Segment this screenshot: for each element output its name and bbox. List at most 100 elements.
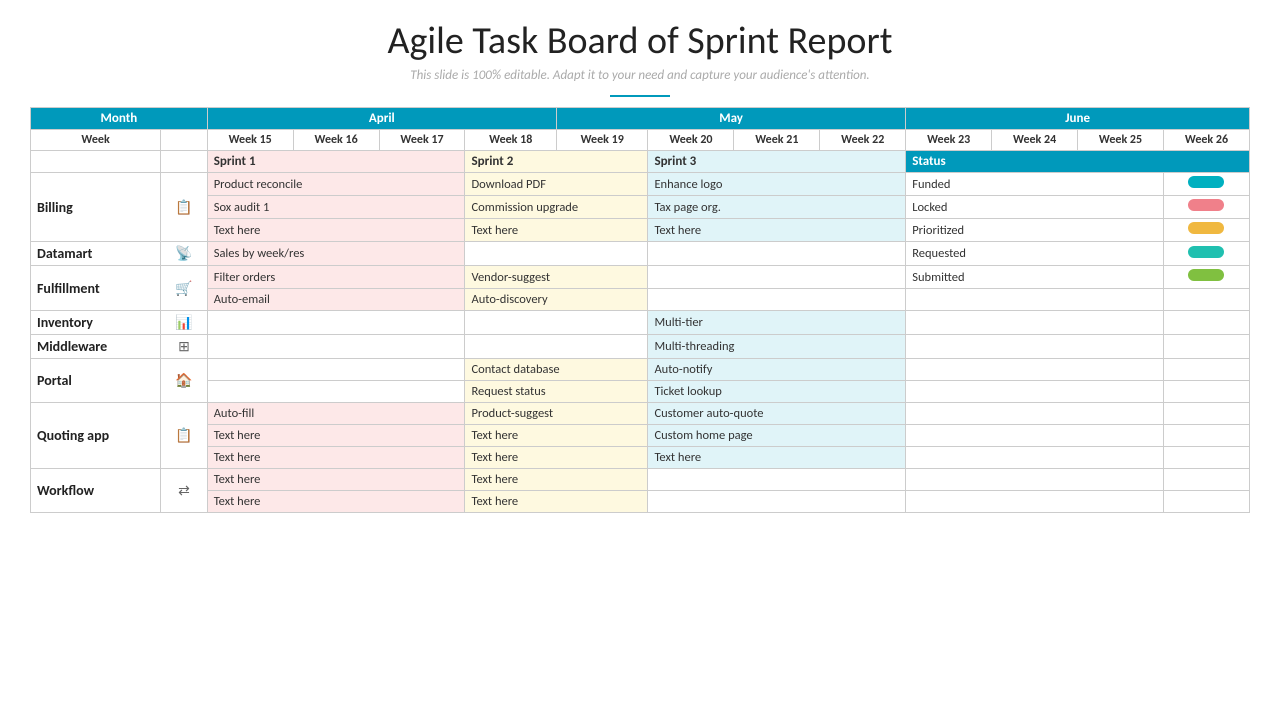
s3-cell — [648, 266, 906, 289]
status-badge — [1188, 176, 1224, 188]
week26: Week 26 — [1163, 130, 1249, 151]
row-label-fulfillment: Fulfillment — [31, 266, 161, 311]
row-icon-portal: 🏠 — [161, 359, 208, 403]
badge-cell — [1163, 219, 1249, 242]
s2-cell: Text here — [465, 469, 648, 491]
row-icon-workflow: ⇄ — [161, 469, 208, 513]
status-header: Status — [906, 151, 1250, 173]
row-icon-datamart: 📡 — [161, 242, 208, 266]
s3-cell: Text here — [648, 447, 906, 469]
week24: Week 24 — [992, 130, 1078, 151]
table-row: Datamart📡Sales by week/resRequested — [31, 242, 1250, 266]
row-icon-middleware: ⊞ — [161, 335, 208, 359]
table-row: Request statusTicket lookup — [31, 381, 1250, 403]
week-header-row: Week Week 15 Week 16 Week 17 Week 18 Wee… — [31, 130, 1250, 151]
status-cell — [906, 447, 1164, 469]
s3-cell — [648, 469, 906, 491]
s2-cell: Commission upgrade — [465, 196, 648, 219]
april-header: April — [207, 108, 556, 130]
divider — [610, 95, 670, 97]
s1-cell: Text here — [207, 469, 465, 491]
badge-cell — [1163, 425, 1249, 447]
s2-cell: Request status — [465, 381, 648, 403]
table-row: Billing📋Product reconcileDownload PDFEnh… — [31, 173, 1250, 196]
s3-cell: Tax page org. — [648, 196, 906, 219]
table-row: Text hereText hereCustom home page — [31, 425, 1250, 447]
status-cell — [906, 311, 1164, 335]
row-label-quoting-app: Quoting app — [31, 403, 161, 469]
row-label-billing: Billing — [31, 173, 161, 242]
badge-cell — [1163, 403, 1249, 425]
s3-cell: Ticket lookup — [648, 381, 906, 403]
s2-cell: Text here — [465, 491, 648, 513]
table-row: Text hereText hereText here — [31, 447, 1250, 469]
badge-cell — [1163, 469, 1249, 491]
s2-cell — [465, 335, 648, 359]
s1-cell: Sox audit 1 — [207, 196, 465, 219]
s1-cell: Sales by week/res — [207, 242, 465, 266]
status-badge — [1188, 269, 1224, 281]
week22: Week 22 — [820, 130, 906, 151]
status-cell: Prioritized — [906, 219, 1164, 242]
page-title: Agile Task Board of Sprint Report — [388, 18, 893, 64]
row-label-datamart: Datamart — [31, 242, 161, 266]
status-cell — [906, 425, 1164, 447]
status-cell: Submitted — [906, 266, 1164, 289]
s1-cell: Text here — [207, 425, 465, 447]
table-row: Portal🏠Contact databaseAuto-notify — [31, 359, 1250, 381]
status-badge — [1188, 222, 1224, 234]
status-badge — [1188, 246, 1224, 258]
status-cell — [906, 491, 1164, 513]
week20: Week 20 — [648, 130, 734, 151]
s2-cell: Vendor-suggest — [465, 266, 648, 289]
row-icon-billing: 📋 — [161, 173, 208, 242]
month-label: Month — [31, 108, 208, 130]
sprint-board-table: Month April May June Week Week 15 Week 1… — [30, 107, 1250, 513]
badge-cell — [1163, 447, 1249, 469]
status-cell — [906, 469, 1164, 491]
week25: Week 25 — [1078, 130, 1164, 151]
table-row: Auto-emailAuto-discovery — [31, 289, 1250, 311]
table-row: Middleware⊞Multi-threading — [31, 335, 1250, 359]
status-cell — [906, 289, 1164, 311]
table-row: Workflow⇄Text hereText here — [31, 469, 1250, 491]
month-header-row: Month April May June — [31, 108, 1250, 130]
badge-cell — [1163, 266, 1249, 289]
s1-cell — [207, 335, 465, 359]
s2-cell: Contact database — [465, 359, 648, 381]
sprint1-header: Sprint 1 — [207, 151, 465, 173]
week-icon-col — [161, 130, 208, 151]
s3-cell — [648, 242, 906, 266]
s1-cell — [207, 311, 465, 335]
status-badge — [1188, 199, 1224, 211]
s3-cell: Custom home page — [648, 425, 906, 447]
s2-cell: Auto-discovery — [465, 289, 648, 311]
week21: Week 21 — [734, 130, 820, 151]
s1-cell — [207, 359, 465, 381]
row-label-middleware: Middleware — [31, 335, 161, 359]
s1-cell: Text here — [207, 447, 465, 469]
badge-cell — [1163, 311, 1249, 335]
sprint-empty1 — [31, 151, 161, 173]
s1-cell — [207, 381, 465, 403]
table-row: Fulfillment🛒Filter ordersVendor-suggestS… — [31, 266, 1250, 289]
s1-cell: Text here — [207, 219, 465, 242]
sprint-header-row: Sprint 1 Sprint 2 Sprint 3 Status — [31, 151, 1250, 173]
s2-cell — [465, 242, 648, 266]
week15: Week 15 — [207, 130, 293, 151]
badge-cell — [1163, 289, 1249, 311]
table-row: Sox audit 1Commission upgradeTax page or… — [31, 196, 1250, 219]
sprint2-header: Sprint 2 — [465, 151, 648, 173]
badge-cell — [1163, 173, 1249, 196]
s2-cell: Product-suggest — [465, 403, 648, 425]
badge-cell — [1163, 359, 1249, 381]
s3-cell: Multi-tier — [648, 311, 906, 335]
s1-cell: Text here — [207, 491, 465, 513]
week23: Week 23 — [906, 130, 992, 151]
badge-cell — [1163, 335, 1249, 359]
s2-cell: Text here — [465, 447, 648, 469]
s1-cell: Filter orders — [207, 266, 465, 289]
s2-cell: Text here — [465, 425, 648, 447]
status-cell: Funded — [906, 173, 1164, 196]
row-label-workflow: Workflow — [31, 469, 161, 513]
